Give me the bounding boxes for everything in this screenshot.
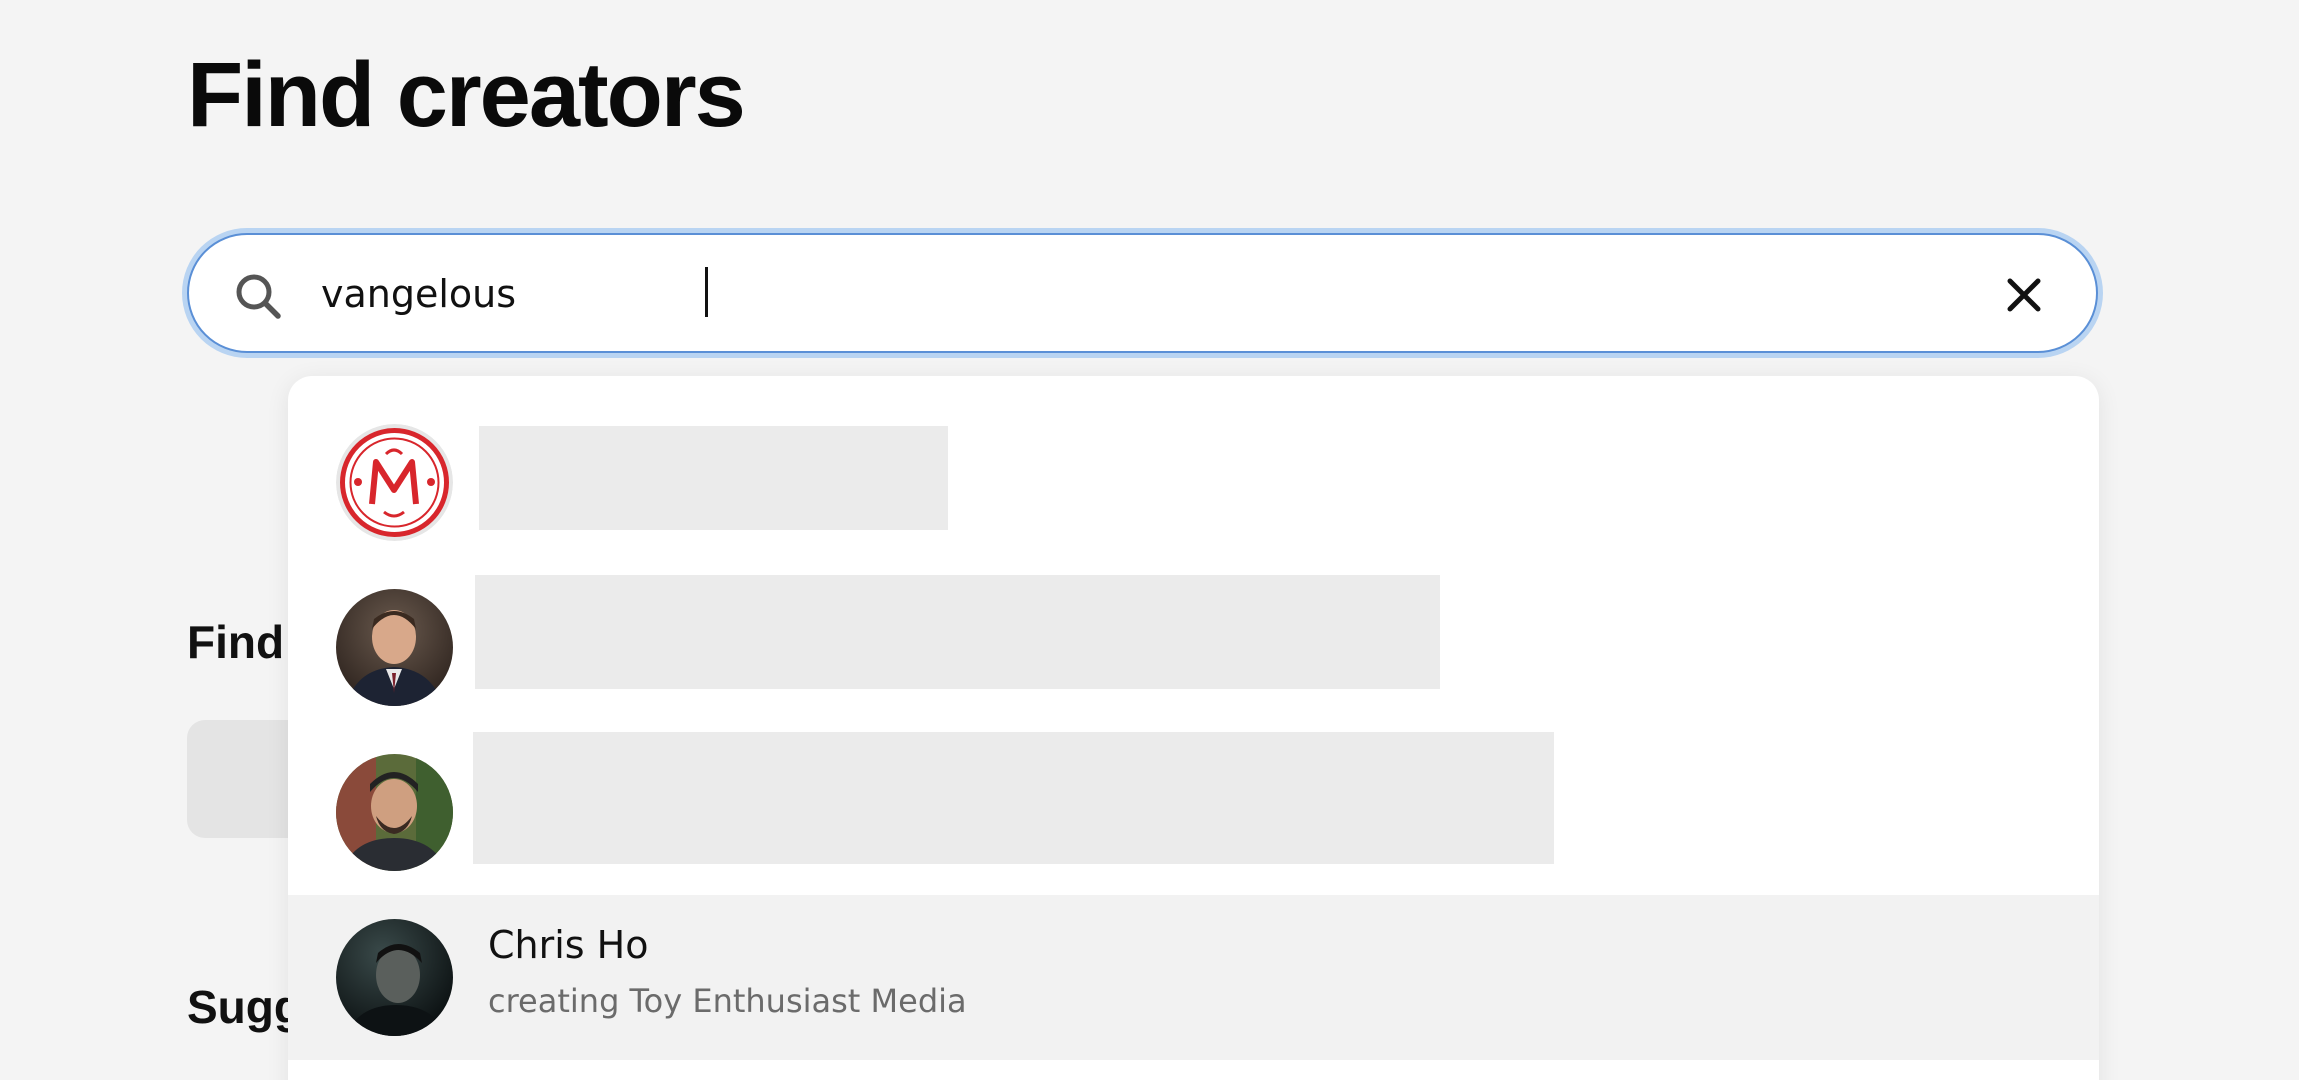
search-result-item[interactable]	[288, 400, 2099, 565]
search-results-dropdown: Chris Ho creating Toy Enthusiast Media	[288, 376, 2099, 1080]
close-icon[interactable]	[2004, 275, 2044, 315]
loading-placeholder	[475, 575, 1440, 689]
dark-portrait-photo-icon	[336, 919, 453, 1036]
man-in-cap-photo-icon	[336, 754, 453, 871]
creator-description: creating Toy Enthusiast Media	[488, 982, 967, 1020]
avatar	[336, 919, 453, 1036]
avatar	[336, 424, 453, 541]
monogram-logo-icon	[336, 424, 453, 541]
search-icon	[236, 274, 281, 319]
find-section-heading: Find	[187, 616, 285, 668]
search-result-item[interactable]	[288, 730, 2099, 895]
page-title: Find creators	[187, 44, 746, 146]
creator-name: Chris Ho	[488, 923, 649, 967]
search-result-item[interactable]	[288, 565, 2099, 730]
man-in-suit-photo-icon	[336, 589, 453, 706]
loading-placeholder	[479, 426, 948, 530]
search-result-item[interactable]: Chris Ho creating Toy Enthusiast Media	[288, 895, 2099, 1060]
search-box[interactable]	[187, 233, 2098, 353]
page: Find creators Find Sugg vangelous Chris …	[0, 0, 2299, 1080]
avatar	[336, 754, 453, 871]
loading-placeholder	[473, 732, 1554, 864]
text-caret	[705, 267, 708, 317]
avatar	[336, 589, 453, 706]
search-input[interactable]	[321, 259, 1921, 329]
suggested-section-heading: Sugg	[187, 981, 302, 1033]
